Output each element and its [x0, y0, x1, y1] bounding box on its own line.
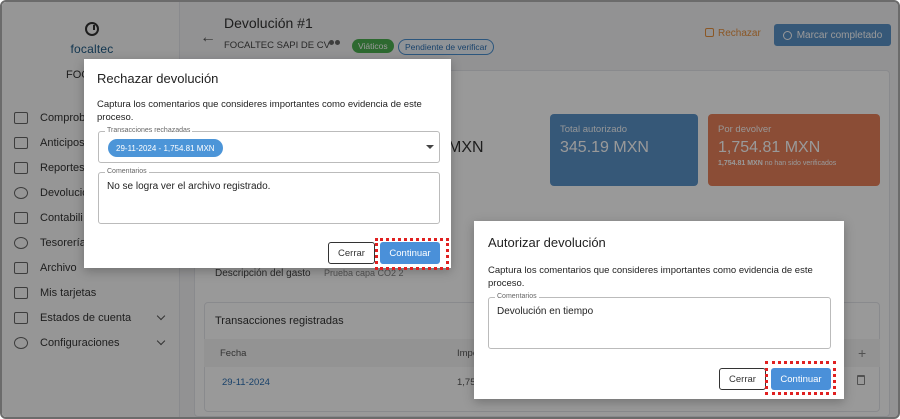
approve-modal-description: Captura los comentarios que consideres i… — [488, 265, 813, 289]
reject-comments-value: No se logra ver el archivo registrado. — [107, 181, 271, 192]
approve-modal-title: Autorizar devolución — [488, 235, 606, 250]
reject-modal-title: Rechazar devolución — [97, 71, 219, 86]
reject-modal-description: Captura los comentarios que consideres i… — [97, 99, 422, 123]
approve-comments-legend: Comentarios — [495, 293, 539, 300]
dropdown-caret-icon[interactable] — [426, 145, 434, 149]
app-window: focaltec FOC Comproba Anticipos Reportes… — [0, 0, 900, 419]
reject-modal: Rechazar devolución Captura los comentar… — [84, 59, 451, 268]
reject-continue-highlight — [375, 238, 449, 270]
reject-cancel-button[interactable]: Cerrar — [328, 242, 375, 264]
reject-comments-legend: Comentarios — [105, 168, 149, 175]
reject-comments-field[interactable]: Comentarios No se logra ver el archivo r… — [98, 168, 440, 224]
approve-continue-highlight — [765, 361, 836, 395]
approve-cancel-button[interactable]: Cerrar — [719, 368, 766, 390]
approve-comments-value: Devolución en tiempo — [497, 306, 594, 317]
rejected-transactions-legend: Transacciones rechazadas — [105, 127, 193, 134]
transaction-chip[interactable]: 29-11-2024 - 1,754.81 MXN — [108, 139, 223, 157]
rejected-transactions-select[interactable]: Transacciones rechazadas 29-11-2024 - 1,… — [98, 127, 440, 163]
approve-comments-field[interactable]: Comentarios Devolución en tiempo — [488, 293, 831, 349]
